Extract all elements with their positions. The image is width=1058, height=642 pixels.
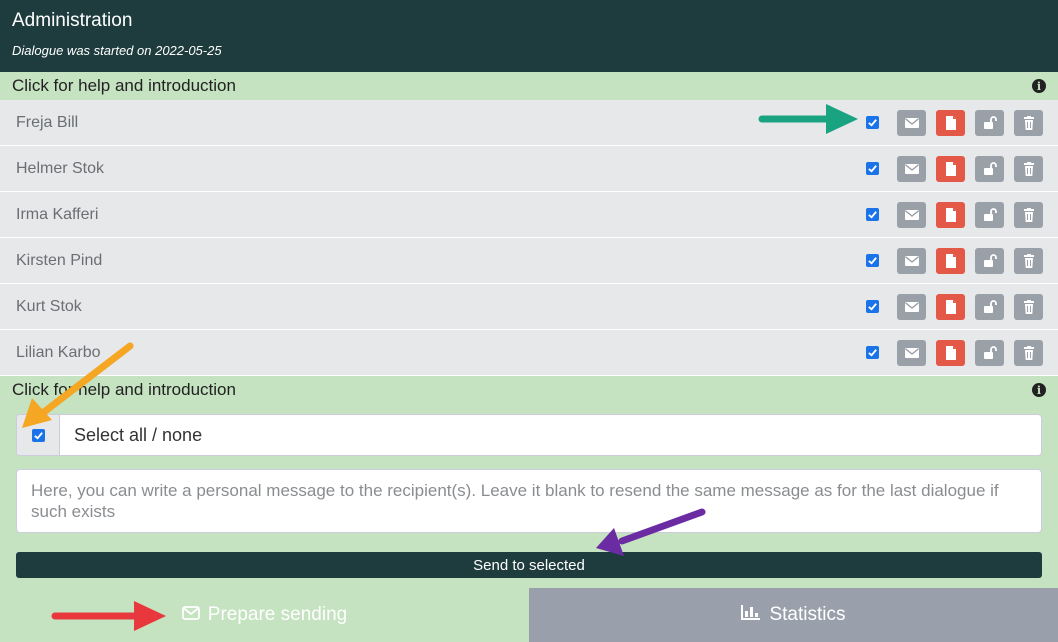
purple-arrow	[596, 508, 706, 556]
green-arrow	[758, 104, 858, 134]
orange-arrow	[22, 342, 134, 428]
red-arrow	[51, 601, 166, 631]
annotation-arrows	[22, 104, 858, 631]
